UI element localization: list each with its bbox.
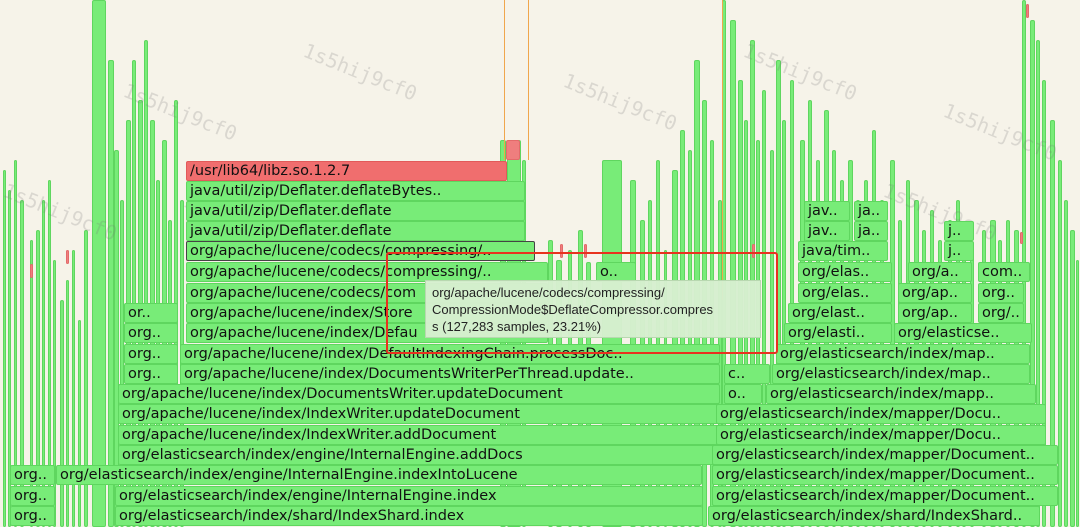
- frame-org-ap-2[interactable]: org/ap..: [898, 303, 972, 323]
- frame-org-r[interactable]: org..: [978, 283, 1024, 303]
- frame-org-elasti[interactable]: org/elasti..: [784, 323, 892, 343]
- frame-left-org-3[interactable]: org..: [10, 506, 55, 526]
- frame-org-slash[interactable]: org/..: [978, 303, 1024, 323]
- frame-mapper-document-2[interactable]: org/elasticsearch/index/mapper/Document.…: [712, 486, 1058, 506]
- frame-indexwriter-add[interactable]: org/apache/lucene/index/IndexWriter.addD…: [118, 425, 720, 445]
- frame-java-tim[interactable]: java/tim..: [798, 241, 888, 261]
- stack-sliver: [66, 280, 69, 527]
- stack-sliver: [60, 300, 64, 527]
- stack-line: [528, 0, 529, 160]
- frame-j-1[interactable]: j..: [944, 221, 974, 241]
- frame-org-c[interactable]: org..: [124, 364, 178, 384]
- frame-engine-index[interactable]: org/elasticsearch/index/engine/InternalE…: [115, 486, 703, 506]
- flame-graph: 1s5hij9cf0 1s5hij9cf0 1s5hij9cf0 1s5hij9cf0…: [0, 0, 1080, 527]
- frame-libz[interactable]: /usr/lib64/libz.so.1.2.7: [186, 161, 507, 181]
- stack-sliver: [92, 0, 106, 527]
- stack-sliver: [1020, 232, 1023, 244]
- frame-tooltip: org/apache/lucene/codecs/compressing/ Co…: [425, 280, 761, 338]
- frame-org-a[interactable]: org..: [124, 323, 178, 343]
- frame-ja-1[interactable]: ja..: [854, 201, 888, 221]
- watermark: 1s5hij9cf0: [559, 68, 681, 136]
- frame-jav-1[interactable]: jav..: [804, 201, 850, 221]
- frame-deflater-deflate-2[interactable]: java/util/zip/Deflater.deflate: [186, 221, 525, 241]
- stack-sliver: [72, 250, 75, 527]
- frame-deflater-deflate[interactable]: java/util/zip/Deflater.deflate: [186, 201, 525, 221]
- frame-left-org-2[interactable]: org..: [10, 486, 55, 506]
- frame-org-elas-1[interactable]: org/elas..: [798, 262, 892, 282]
- frame-org-elast[interactable]: org/elast..: [788, 303, 892, 323]
- stack-sliver: [78, 320, 81, 527]
- frame-documentswriter-update[interactable]: org/apache/lucene/index/DocumentsWriter.…: [118, 384, 720, 404]
- stack-sliver: [1064, 200, 1068, 527]
- frame-c[interactable]: c..: [724, 364, 770, 384]
- frame-indexshard-right[interactable]: org/elasticsearch/index/shard/IndexShard…: [708, 506, 1040, 526]
- stack-sliver: [506, 140, 520, 160]
- frame-com[interactable]: com..: [978, 262, 1030, 282]
- frame-mapper-docu-1[interactable]: org/elasticsearch/index/mapper/Docu..: [716, 404, 1046, 424]
- tooltip-line-1: org/apache/lucene/codecs/compressing/: [432, 285, 665, 300]
- frame-mapper-map-1[interactable]: org/elasticsearch/index/map..: [776, 344, 1030, 364]
- frame-j-2[interactable]: j..: [944, 241, 974, 261]
- stack-sliver: [1058, 160, 1062, 527]
- stack-sliver: [66, 250, 69, 264]
- frame-mapper-document-1[interactable]: org/elasticsearch/index/mapper/Document.…: [712, 465, 1058, 485]
- frame-engine-indexintolucene[interactable]: org/elasticsearch/index/engine/InternalE…: [56, 465, 702, 485]
- frame-o-r[interactable]: o..: [724, 384, 762, 404]
- frame-mapper-map-2[interactable]: org/elasticsearch/index/map..: [772, 364, 1030, 384]
- frame-org-b[interactable]: org..: [124, 344, 178, 364]
- tooltip-line-3: s (127,283 samples, 23.21%): [432, 319, 602, 334]
- stack-sliver: [3, 170, 6, 527]
- frame-left-org-1[interactable]: org..: [10, 465, 55, 485]
- frame-dwpt-update[interactable]: org/apache/lucene/index/DocumentsWriterP…: [180, 364, 720, 384]
- frame-deflater-deflatebytes[interactable]: java/util/zip/Deflater.deflateBytes..: [186, 181, 525, 201]
- frame-mapper-mapp[interactable]: org/elasticsearch/index/mapp..: [766, 384, 1036, 404]
- watermark: 1s5hij9cf0: [739, 38, 861, 106]
- frame-org-ap-1[interactable]: org/ap..: [898, 283, 972, 303]
- frame-mapper-docu-2[interactable]: org/elasticsearch/index/mapper/Docu..: [716, 425, 1046, 445]
- frame-ja-2[interactable]: ja..: [854, 221, 888, 241]
- frame-or[interactable]: or..: [124, 303, 178, 323]
- stack-sliver: [1026, 4, 1029, 18]
- frame-org-a-r[interactable]: org/a..: [908, 262, 972, 282]
- frame-indexwriter-update[interactable]: org/apache/lucene/index/IndexWriter.upda…: [118, 404, 720, 424]
- stack-sliver: [30, 264, 33, 278]
- tooltip-line-2: CompressionMode$DeflateCompressor.compre…: [432, 302, 714, 317]
- frame-org-elas-2[interactable]: org/elas..: [798, 283, 892, 303]
- frame-jav-2[interactable]: jav..: [804, 221, 850, 241]
- frame-org-elasticse[interactable]: org/elasticse..: [894, 323, 1032, 343]
- watermark: 1s5hij9cf0: [299, 38, 421, 106]
- stack-sliver: [1076, 260, 1079, 527]
- frame-engine-adddocs[interactable]: org/elasticsearch/index/engine/InternalE…: [118, 445, 720, 465]
- stack-line: [504, 0, 505, 160]
- frame-indexshard-index[interactable]: org/elasticsearch/index/shard/IndexShard…: [115, 506, 703, 526]
- frame-mapper-document-0[interactable]: org/elasticsearch/index/mapper/Document.…: [712, 445, 1058, 465]
- stack-sliver: [1070, 230, 1075, 527]
